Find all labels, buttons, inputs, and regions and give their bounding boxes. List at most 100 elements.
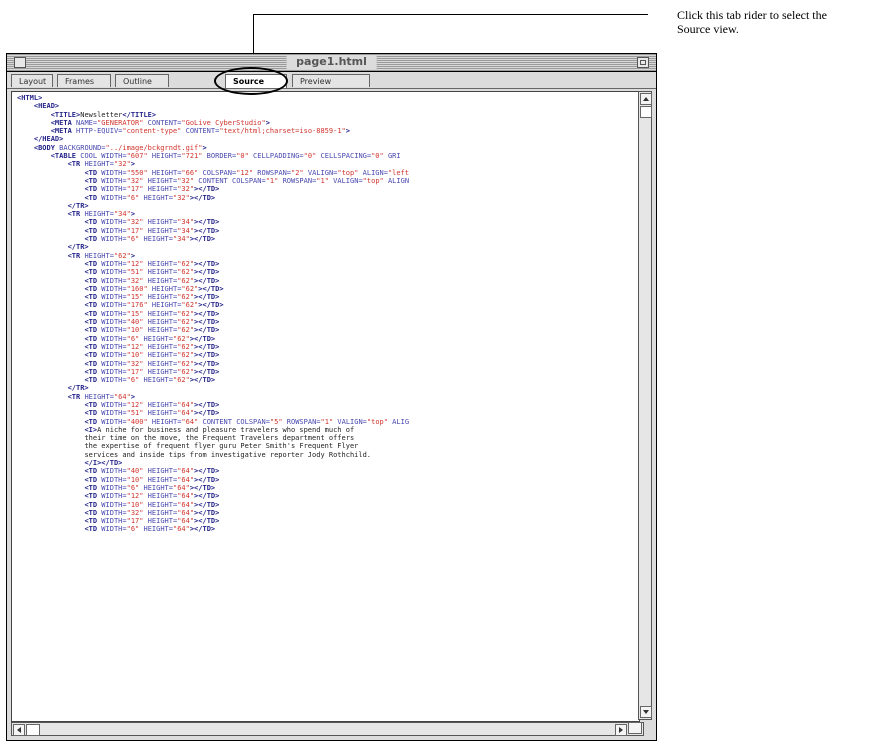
source-token: "text/html;charset=iso-8859-1" xyxy=(219,127,346,136)
source-line: <TD WIDTH="17" HEIGHT="62"></TD> xyxy=(17,368,409,376)
source-token: ></TD> xyxy=(194,309,220,318)
source-token: WIDTH= xyxy=(97,235,127,244)
source-line: <I>A niche for business and pleasure tra… xyxy=(17,426,409,434)
source-line: <TD WIDTH="6" HEIGHT="64"></TD> xyxy=(17,525,409,533)
source-token xyxy=(17,434,84,442)
source-token: "0" xyxy=(303,152,317,161)
source-token: "10" xyxy=(126,326,144,335)
source-token: ></TD> xyxy=(194,367,220,376)
source-token: WIDTH= xyxy=(97,483,127,492)
source-token xyxy=(17,194,84,202)
source-token: ></TD> xyxy=(194,500,220,509)
close-box-icon[interactable] xyxy=(14,57,26,68)
view-tab-bar: Layout Frames Outline Source Preview xyxy=(7,72,656,89)
source-token: <TD xyxy=(84,309,98,318)
source-line: <TD WIDTH="10" HEIGHT="64"></TD> xyxy=(17,476,409,484)
arrow-right-icon[interactable] xyxy=(615,724,627,736)
source-token: WIDTH= xyxy=(97,176,127,185)
source-line: <TD WIDTH="10" HEIGHT="64"></TD> xyxy=(17,501,409,509)
source-token: <TD xyxy=(84,467,98,476)
source-token: "0" xyxy=(371,152,384,161)
source-token: <TD xyxy=(84,293,98,302)
tab-preview[interactable]: Preview xyxy=(292,74,370,87)
title-bar[interactable]: page1.html xyxy=(7,54,656,72)
source-token: "32" xyxy=(177,185,195,194)
source-token: <TD xyxy=(84,351,98,360)
source-token: "32" xyxy=(126,276,144,285)
horizontal-scroll-thumb[interactable] xyxy=(26,724,40,736)
source-token: "160" xyxy=(126,284,148,293)
source-line: <TD WIDTH="15" HEIGHT="62"></TD> xyxy=(17,293,409,301)
source-line: <TD WIDTH="32" HEIGHT="62"></TD> xyxy=(17,360,409,368)
source-token: <TD xyxy=(84,268,98,277)
source-token: "62" xyxy=(177,276,195,285)
source-token: "64" xyxy=(177,475,195,484)
source-token: WIDTH= xyxy=(97,284,127,293)
grow-box-icon[interactable] xyxy=(628,722,642,734)
source-token: "64" xyxy=(113,392,131,401)
arrow-up-icon[interactable] xyxy=(640,93,652,105)
source-token: "62" xyxy=(177,342,195,351)
vertical-scrollbar[interactable] xyxy=(638,91,652,720)
arrow-down-icon[interactable] xyxy=(640,706,652,718)
source-token: HEIGHT= xyxy=(143,226,178,235)
source-token: <TABLE xyxy=(50,152,77,161)
source-token: ></TD> xyxy=(194,400,220,409)
source-token xyxy=(17,467,84,475)
source-line: <TD WIDTH="40" HEIGHT="64"></TD> xyxy=(17,467,409,475)
source-token xyxy=(17,318,84,326)
tab-outline[interactable]: Outline xyxy=(115,74,169,87)
source-code[interactable]: <HTML> <HEAD> <TITLE>Newsletter</TITLE> … xyxy=(17,94,409,534)
window-title: page1.html xyxy=(286,55,377,69)
zoom-box-icon[interactable] xyxy=(637,57,649,68)
vertical-scroll-thumb[interactable] xyxy=(640,106,652,118)
source-token: HEIGHT= xyxy=(143,409,178,418)
source-token: WIDTH= xyxy=(97,342,127,351)
source-token xyxy=(17,418,84,426)
source-token: WIDTH= xyxy=(97,492,127,501)
source-line: <TABLE COOL WIDTH="607" HEIGHT="721" BOR… xyxy=(17,152,409,160)
source-token: HEIGHT= xyxy=(139,483,173,492)
source-token: CONTENT= xyxy=(143,118,182,127)
horizontal-scrollbar[interactable] xyxy=(11,722,644,736)
source-token: HEIGHT= xyxy=(147,417,182,426)
source-token: WIDTH= xyxy=(97,218,127,227)
source-token: "32" xyxy=(172,193,190,202)
source-token: <META xyxy=(50,118,72,127)
source-line: <TD WIDTH="6" HEIGHT="62"></TD> xyxy=(17,335,409,343)
source-token: HEIGHT= xyxy=(147,152,182,161)
source-token: "6" xyxy=(126,334,140,343)
source-token: "34" xyxy=(177,218,195,227)
source-token xyxy=(17,525,84,533)
source-token: "top" xyxy=(362,176,384,185)
source-token: HEIGHT= xyxy=(143,318,178,327)
source-token: </HEAD> xyxy=(33,135,64,144)
source-token: their time on the move, the Frequent Tra… xyxy=(84,434,355,443)
source-editor[interactable]: <HTML> <HEAD> <TITLE>Newsletter</TITLE> … xyxy=(11,91,640,722)
source-token: ></TD> xyxy=(194,467,220,476)
source-token xyxy=(17,268,84,276)
source-token xyxy=(17,501,84,509)
source-token: ></TD> xyxy=(189,483,216,492)
source-token xyxy=(17,119,51,127)
source-token: HEIGHT= xyxy=(143,276,178,285)
source-token: "top" xyxy=(337,168,359,177)
arrow-left-icon[interactable] xyxy=(13,724,25,736)
tab-layout[interactable]: Layout xyxy=(11,74,53,87)
source-token: HEIGHT= xyxy=(143,517,178,526)
source-token: <TD xyxy=(84,259,98,268)
source-token: WIDTH= xyxy=(97,508,127,517)
source-token: "62" xyxy=(177,293,195,302)
source-token xyxy=(17,451,84,459)
source-token: "62" xyxy=(177,351,195,360)
source-token xyxy=(17,152,51,160)
tab-frames[interactable]: Frames xyxy=(57,74,111,87)
source-token: "content-type" xyxy=(122,127,182,136)
source-token: ALIGN= xyxy=(358,168,388,177)
source-token: > xyxy=(345,127,350,136)
source-token: "1" xyxy=(265,176,279,185)
source-line: <META HTTP-EQUIV="content-type" CONTENT=… xyxy=(17,127,409,135)
source-token: "6" xyxy=(126,483,140,492)
source-token: "64" xyxy=(177,492,195,501)
source-token: <TD xyxy=(84,417,98,426)
